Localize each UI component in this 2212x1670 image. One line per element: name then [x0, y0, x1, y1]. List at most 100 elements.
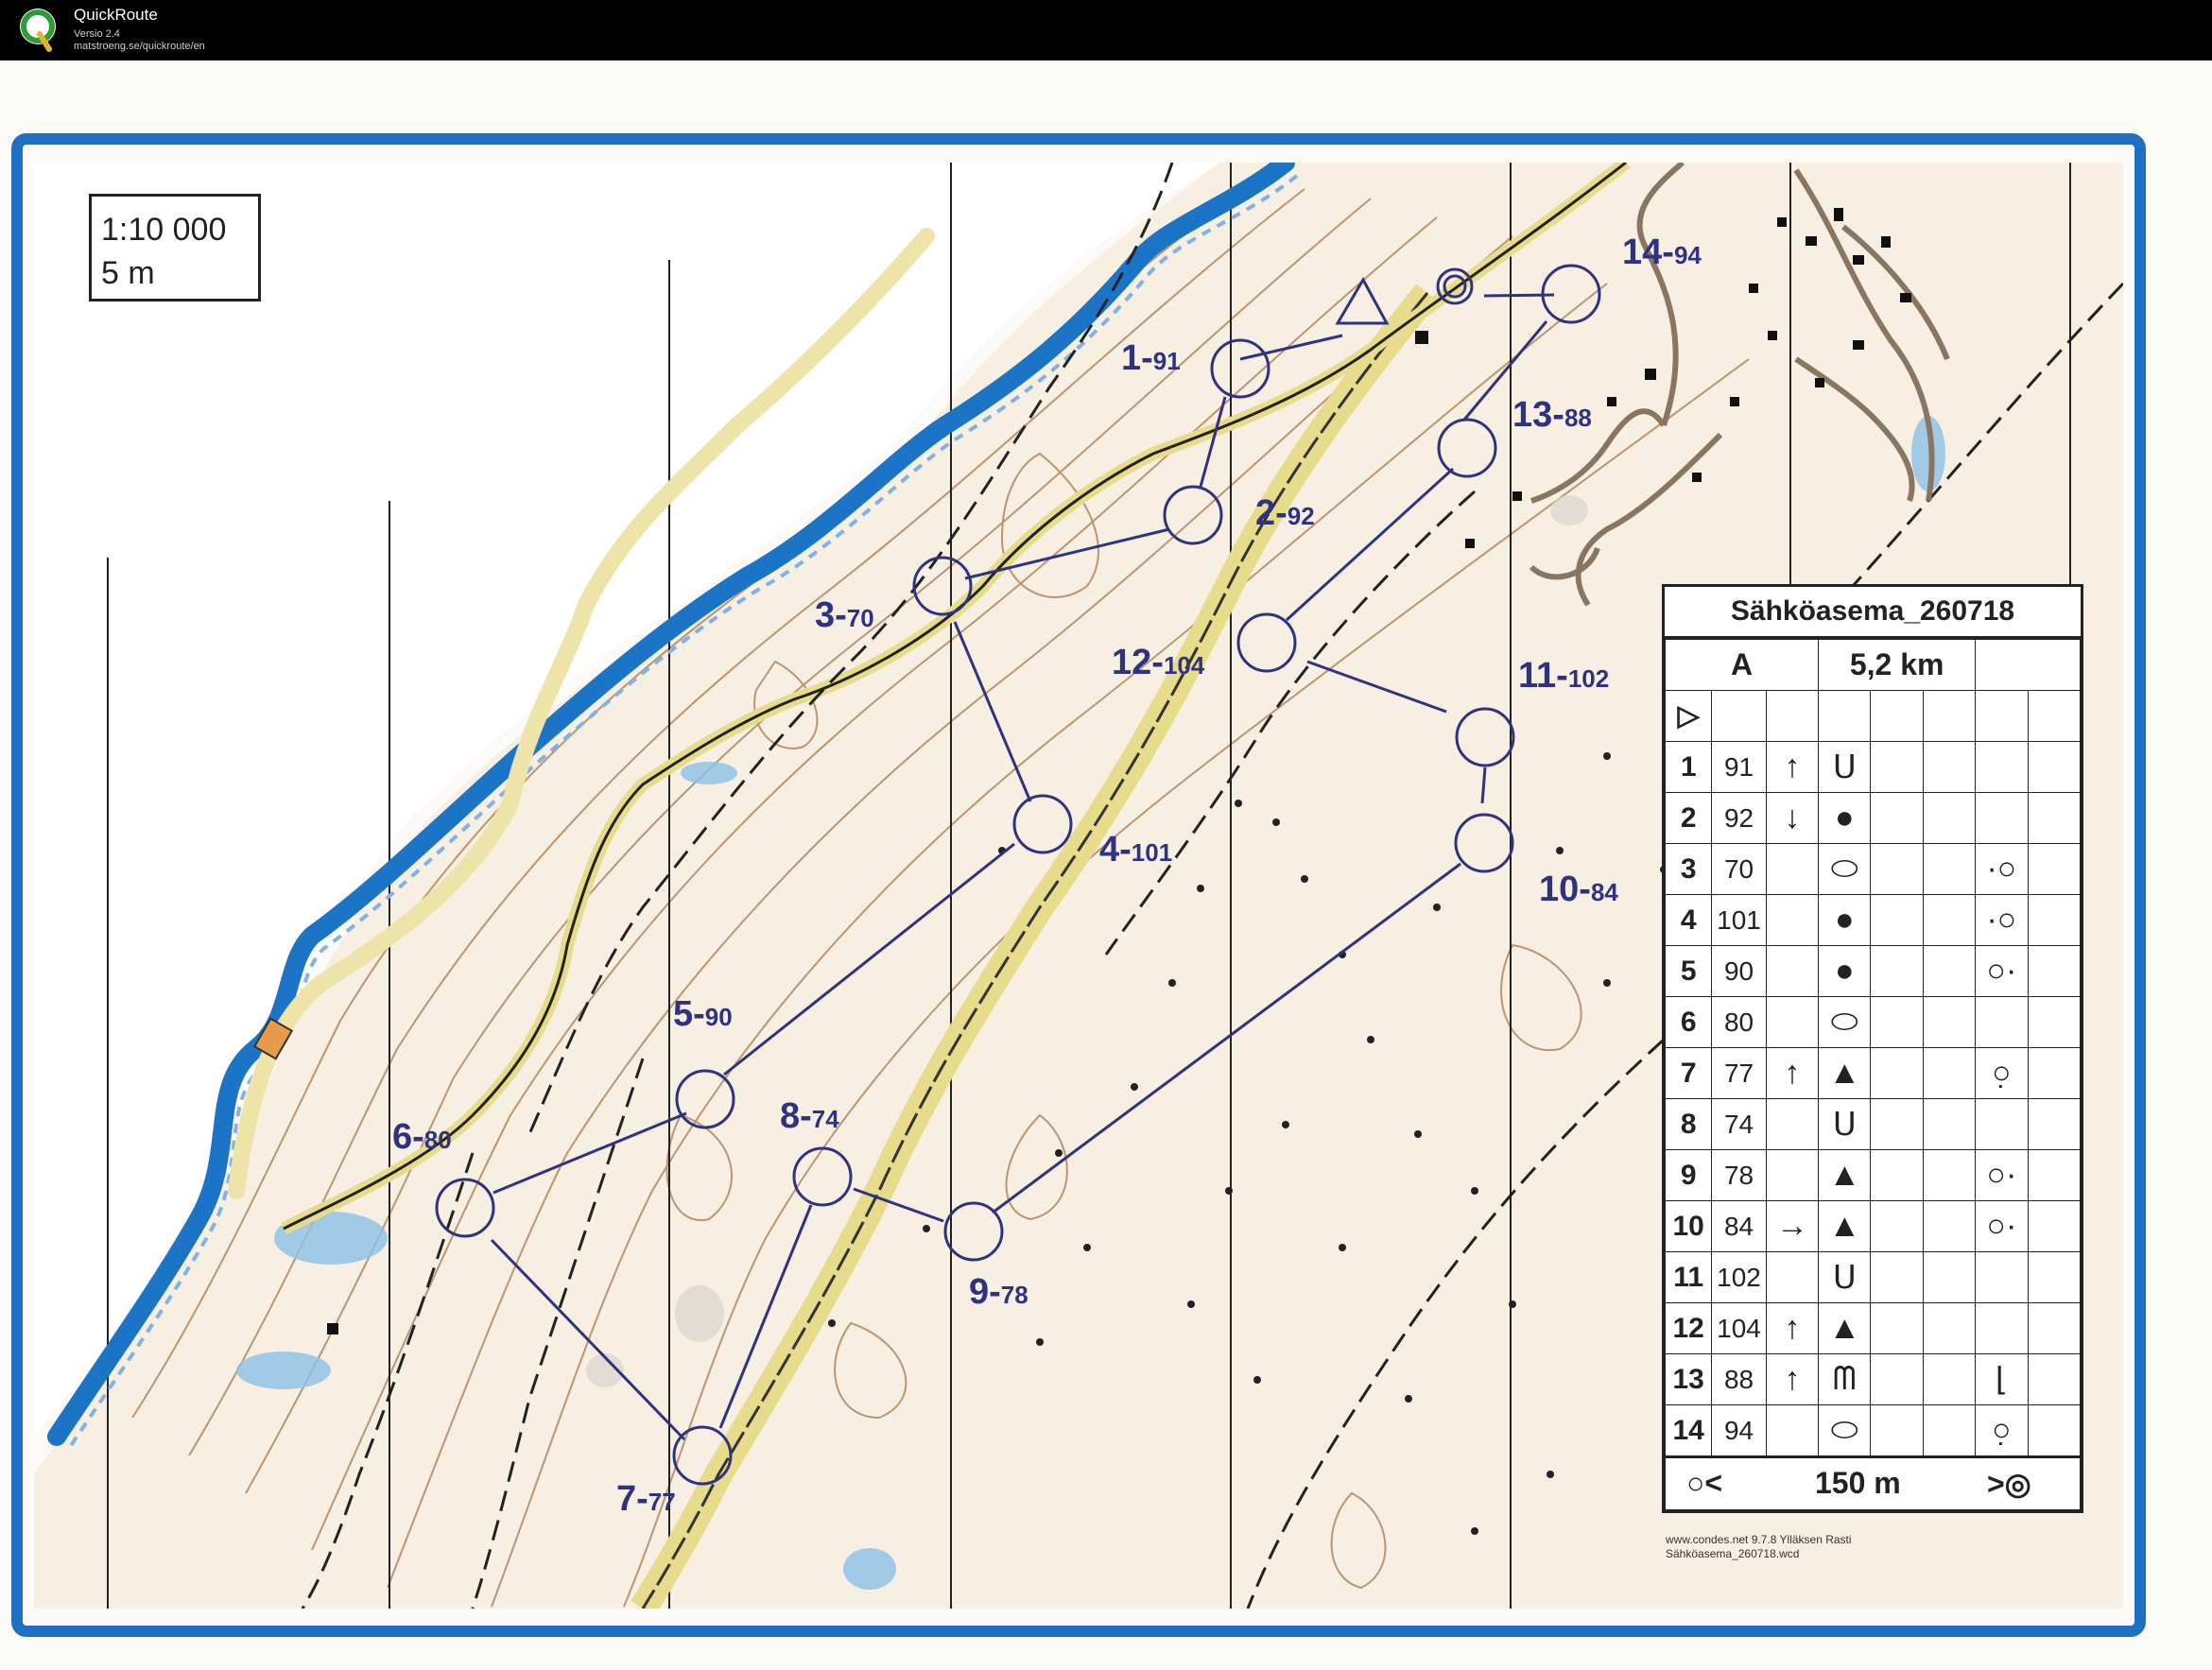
empty-cell [1870, 1149, 1924, 1201]
control-label-9: 9-78 [969, 1272, 1028, 1312]
control-label-10: 10-84 [1539, 869, 1618, 909]
position-symbol: ·○ [1975, 843, 2029, 895]
control-label-1: 1-91 [1121, 338, 1181, 378]
direction-symbol: ↑ [1765, 1047, 1820, 1099]
empty-cell [1870, 792, 1924, 844]
control-code: 84 [1711, 1200, 1767, 1252]
control-row: 6 80 ⬭ [1664, 996, 2082, 1048]
control-number: 13 [1664, 1353, 1713, 1405]
control-code: 94 [1711, 1404, 1767, 1457]
empty-cell [2027, 1251, 2082, 1303]
position-symbol [1975, 996, 2029, 1048]
control-row: 7 77 ↑ ▲ ○̣ [1664, 1047, 2082, 1099]
empty-cell [2027, 1353, 2082, 1405]
control-number: 1 [1664, 741, 1713, 793]
empty-cell [2027, 741, 2082, 793]
direction-symbol [1765, 1251, 1820, 1303]
empty-cell [2027, 843, 2082, 895]
control-code: 102 [1711, 1251, 1767, 1303]
position-symbol [1975, 741, 2029, 793]
feature-symbol: ⬭ [1818, 1404, 1872, 1457]
direction-symbol [1765, 894, 1820, 946]
control-number: 2 [1664, 792, 1713, 844]
software-footnote: www.condes.net 9.7.8 Ylläksen Rasti Sähk… [1666, 1533, 1852, 1561]
empty-cell [2027, 1047, 2082, 1099]
control-description-sheet: Sähköasema_260718 A 5,2 km ▷ 1 91 ↑ ᑌ 2 92 ↓ ● 3… [1662, 584, 2083, 1513]
empty-cell [1922, 1302, 1977, 1354]
start-symbol: ▷ [1664, 690, 1713, 742]
empty-cell [1870, 1404, 1924, 1457]
direction-symbol: ↑ [1765, 741, 1820, 793]
control-label-7: 7-77 [616, 1479, 676, 1519]
control-code: 70 [1711, 843, 1767, 895]
control-label-13: 13-88 [1512, 395, 1592, 435]
control-number: 14 [1664, 1404, 1713, 1457]
course-title: Sähköasema_260718 [1665, 587, 2081, 639]
finish-left-symbol: ○< [1686, 1466, 1723, 1500]
feature-symbol: ▲ [1818, 1047, 1872, 1099]
position-symbol [1975, 1251, 2029, 1303]
position-symbol: ○̣ [1975, 1404, 2029, 1457]
finish-distance: 150 m [1815, 1466, 1901, 1500]
position-symbol: ○· [1975, 945, 2029, 997]
control-description-table: A 5,2 km ▷ 1 91 ↑ ᑌ 2 92 ↓ ● 3 70 ⬭ ·○ 4 101 ● ·○ 5 90 ● ○·… [1664, 639, 2082, 1510]
position-symbol: ○̣ [1975, 1047, 2029, 1099]
feature-symbol: ▲ [1818, 1200, 1872, 1252]
control-code: 92 [1711, 792, 1767, 844]
empty-cell [2027, 1404, 2082, 1457]
control-number: 12 [1664, 1302, 1713, 1354]
control-label-5: 5-90 [673, 994, 733, 1034]
finish-right-symbol: >◎ [1987, 1467, 2031, 1501]
control-row: 14 94 ⬭ ○̣ [1664, 1404, 2082, 1457]
empty-cell [1922, 1404, 1977, 1457]
empty-cell [1870, 1098, 1924, 1150]
control-code: 104 [1711, 1302, 1767, 1354]
control-code: 78 [1711, 1149, 1767, 1201]
control-row: 1 91 ↑ ᑌ [1664, 741, 2082, 793]
empty-cell [1870, 945, 1924, 997]
empty-cell [1922, 843, 1977, 895]
course-length: 5,2 km [1818, 639, 1977, 691]
direction-symbol: ↑ [1765, 1353, 1820, 1405]
direction-symbol [1765, 945, 1820, 997]
empty-cell [2027, 1149, 2082, 1201]
control-code: 74 [1711, 1098, 1767, 1150]
empty-cell [2027, 894, 2082, 946]
empty-cell [1922, 996, 1977, 1048]
control-label-12: 12-104 [1112, 643, 1205, 682]
empty-cell [1870, 1200, 1924, 1252]
control-code: 77 [1711, 1047, 1767, 1099]
feature-symbol: ● [1818, 945, 1872, 997]
feature-symbol: ⬭ [1818, 843, 1872, 895]
course-class: A [1664, 639, 1820, 691]
empty-cell [1870, 894, 1924, 946]
feature-symbol: ᑌ [1818, 741, 1872, 793]
empty-cell [1922, 741, 1977, 793]
direction-symbol [1765, 1149, 1820, 1201]
control-row: 3 70 ⬭ ·○ [1664, 843, 2082, 895]
start-row: ▷ [1664, 690, 2082, 742]
feature-symbol: ▲ [1818, 1302, 1872, 1354]
feature-symbol: ᑌ [1818, 1251, 1872, 1303]
control-number: 8 [1664, 1098, 1713, 1150]
empty-cell [1870, 741, 1924, 793]
empty-cell [1870, 843, 1924, 895]
control-row: 2 92 ↓ ● [1664, 792, 2082, 844]
control-code: 101 [1711, 894, 1767, 946]
direction-symbol [1765, 843, 1820, 895]
control-code: 80 [1711, 996, 1767, 1048]
control-row: 11 102 ᑌ [1664, 1251, 2082, 1303]
control-label-11: 11-102 [1518, 656, 1610, 696]
position-symbol [1975, 1098, 2029, 1150]
course-header-row: A 5,2 km [1664, 639, 2081, 691]
empty-cell [1922, 1149, 1977, 1201]
empty-cell [1922, 792, 1977, 844]
direction-symbol [1765, 1098, 1820, 1150]
control-row: 8 74 ᑌ [1664, 1098, 2082, 1150]
direction-symbol: ↑ [1765, 1302, 1820, 1354]
empty-cell [1922, 1098, 1977, 1150]
empty-cell [1922, 945, 1977, 997]
empty-cell [1922, 1200, 1977, 1252]
control-code: 91 [1711, 741, 1767, 793]
feature-symbol: ⬭ [1818, 996, 1872, 1048]
